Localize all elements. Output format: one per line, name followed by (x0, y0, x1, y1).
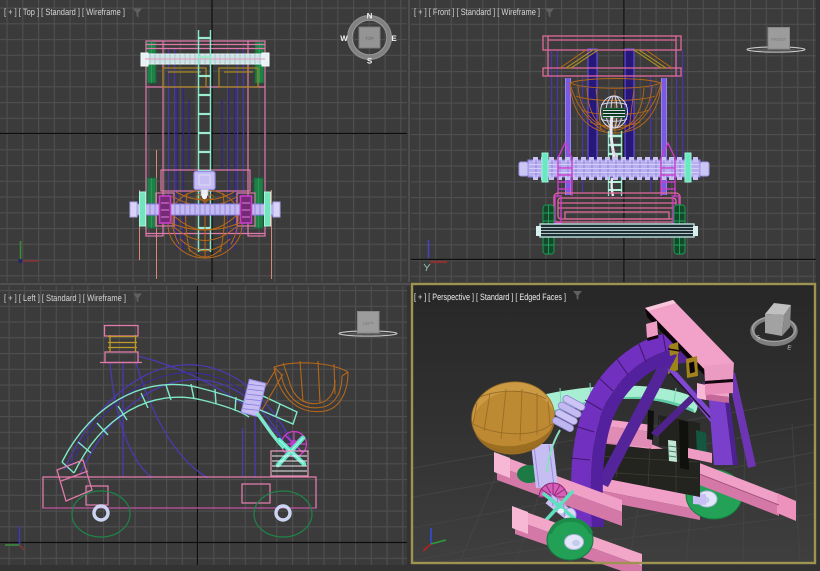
svg-text:N: N (367, 12, 373, 21)
svg-text:LEFT: LEFT (363, 321, 374, 326)
svg-text:TOP: TOP (365, 36, 374, 41)
svg-text:FRONT: FRONT (771, 37, 786, 42)
svg-text:[ + ] [ Top ] [ Standard ] [ W: [ + ] [ Top ] [ Standard ] [ Wireframe ] (4, 7, 125, 17)
svg-text:W: W (340, 34, 348, 43)
svg-text:[ + ] [ Front ] [ Standard ] [: [ + ] [ Front ] [ Standard ] [ Wireframe… (414, 7, 540, 17)
svg-text:[ + ] [ Left ] [ Standard ] [: [ + ] [ Left ] [ Standard ] [ Wireframe … (4, 293, 126, 303)
svg-text:E: E (391, 34, 397, 43)
svg-text:[ + ] [ Perspective ] [ Standa: [ + ] [ Perspective ] [ Standard ] [ Edg… (414, 292, 566, 302)
svg-text:S: S (367, 57, 373, 66)
